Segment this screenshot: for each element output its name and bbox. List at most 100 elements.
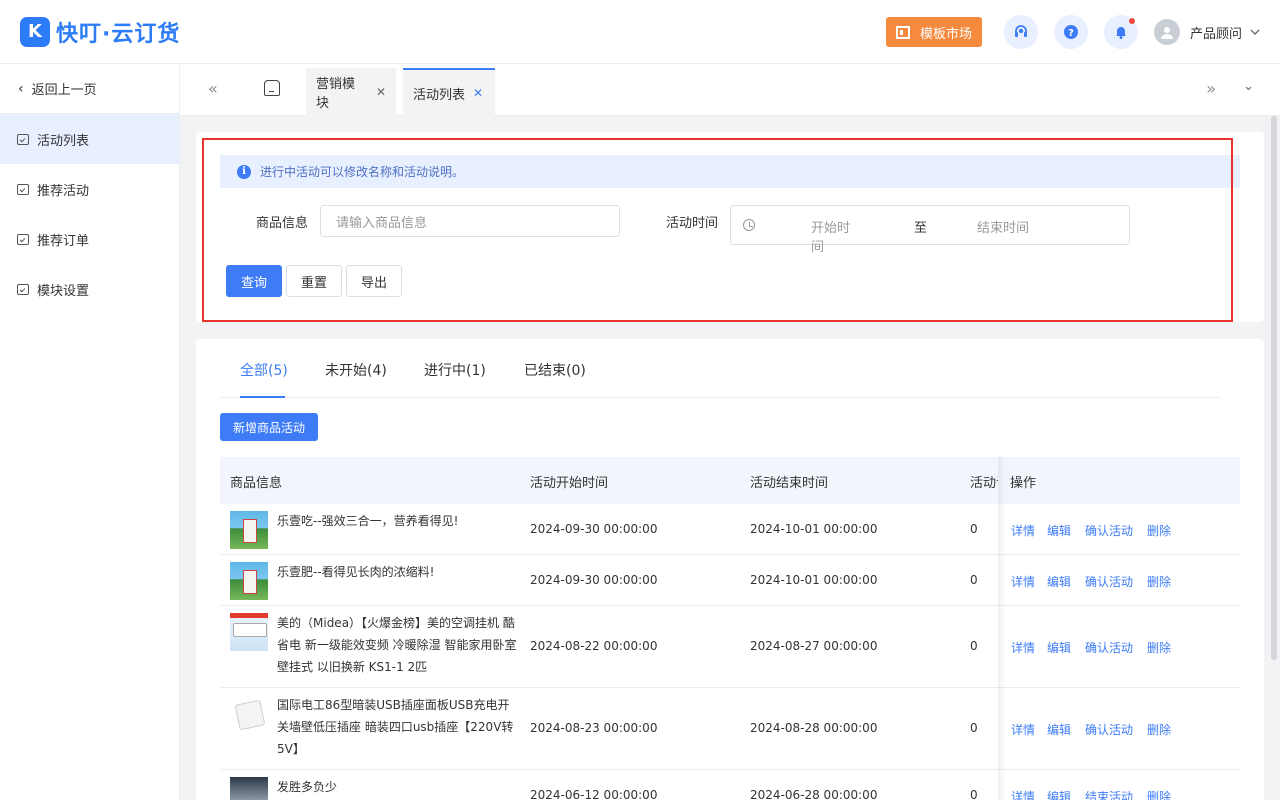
chevron-down-icon[interactable]: ⌄ xyxy=(1243,79,1254,94)
tab-activity-list[interactable]: 活动列表 ✕ xyxy=(403,68,495,116)
logo-mark-icon: K xyxy=(20,16,50,47)
order-count: 0 xyxy=(970,721,978,735)
template-market-button[interactable]: 模板市场 xyxy=(885,17,982,47)
column-header-end-time: 活动结束时间 xyxy=(750,476,829,491)
calendar-check-icon xyxy=(17,283,29,295)
end-time: 2024-08-27 00:00:00 xyxy=(750,639,878,653)
calendar-check-icon xyxy=(17,183,29,195)
unread-dot xyxy=(1128,18,1135,24)
user-icon xyxy=(1160,27,1173,39)
tab-ended[interactable]: 已结束(0) xyxy=(524,360,586,380)
confirm-activity-link[interactable]: 确认活动 xyxy=(1085,573,1133,590)
table-row: 发胜多负少 2024-06-12 00:00:00 2024-06-28 00:… xyxy=(220,770,1240,800)
highlight-frame xyxy=(202,138,1233,322)
user-menu[interactable]: 产品顾问 xyxy=(1153,19,1260,45)
sidebar-item-label: 推荐活动 xyxy=(37,183,90,199)
confirm-activity-link[interactable]: 确认活动 xyxy=(1085,522,1133,539)
column-header-start-time: 活动开始时间 xyxy=(530,476,609,491)
edit-link[interactable]: 编辑 xyxy=(1047,522,1071,539)
tab-not-started[interactable]: 未开始(4) xyxy=(325,360,387,380)
edit-link[interactable]: 编辑 xyxy=(1047,573,1071,590)
detail-link[interactable]: 详情 xyxy=(1011,639,1035,656)
table-row: 国际电工86型暗装USB插座面板USB充电开关墙壁低压插座 暗装四口usb插座【… xyxy=(220,688,1240,770)
product-thumbnail xyxy=(230,613,268,651)
order-count: 0 xyxy=(970,788,978,800)
delete-link[interactable]: 删除 xyxy=(1147,788,1171,800)
delete-link[interactable]: 删除 xyxy=(1147,721,1171,738)
product-thumbnail xyxy=(230,562,268,600)
sidebar: ‹ 返回上一页 活动列表 推荐活动 推荐订单 模块设置 xyxy=(0,64,180,800)
customer-service-button[interactable] xyxy=(1003,15,1038,49)
detail-link[interactable]: 详情 xyxy=(1011,573,1035,590)
notification-button[interactable] xyxy=(1103,15,1138,49)
help-button[interactable]: ? xyxy=(1053,15,1088,49)
calendar-check-icon xyxy=(17,233,29,245)
calendar-check-icon xyxy=(17,133,29,145)
close-icon[interactable]: ✕ xyxy=(376,85,386,99)
delete-link[interactable]: 删除 xyxy=(1147,573,1171,590)
sidebar-item-label: 模块设置 xyxy=(37,283,90,299)
delete-link[interactable]: 删除 xyxy=(1147,522,1171,539)
end-activity-link[interactable]: 结束活动 xyxy=(1085,788,1133,800)
order-count: 0 xyxy=(970,639,978,653)
add-product-activity-button[interactable]: 新增商品活动 xyxy=(220,413,318,441)
avatar xyxy=(1153,19,1180,45)
fixed-column-shadow xyxy=(998,457,1006,800)
app-logo[interactable]: K 快叮·云订货 xyxy=(20,16,180,48)
delete-link[interactable]: 删除 xyxy=(1147,639,1171,656)
start-time: 2024-06-12 00:00:00 xyxy=(530,788,658,800)
order-count: 0 xyxy=(970,573,978,587)
detail-link[interactable]: 详情 xyxy=(1011,721,1035,738)
sidebar-item-label: 推荐订单 xyxy=(37,233,90,249)
confirm-activity-link[interactable]: 确认活动 xyxy=(1085,639,1133,656)
tab-marketing-module[interactable]: 营销模块 ✕ xyxy=(306,68,396,116)
edit-link[interactable]: 编辑 xyxy=(1047,788,1071,800)
detail-link[interactable]: 详情 xyxy=(1011,788,1035,800)
product-name[interactable]: 美的（Midea）【火爆金榜】美的空调挂机 酷省电 新一级能效变频 冷暖除湿 智… xyxy=(277,612,517,678)
sidebar-item-module-settings[interactable]: 模块设置 xyxy=(0,264,179,314)
end-time: 2024-06-28 00:00:00 xyxy=(750,788,878,800)
headset-icon xyxy=(1014,25,1027,37)
table-row: 美的（Midea）【火爆金榜】美的空调挂机 酷省电 新一级能效变频 冷暖除湿 智… xyxy=(220,606,1240,688)
column-header-product: 商品信息 xyxy=(230,476,283,491)
back-label: 返回上一页 xyxy=(31,83,97,98)
chevron-down-icon xyxy=(1250,29,1260,35)
tab-label: 活动列表 xyxy=(413,87,466,103)
tab-all[interactable]: 全部(5) xyxy=(240,360,288,380)
edit-link[interactable]: 编辑 xyxy=(1047,639,1071,656)
tabs-scroll-left-icon[interactable]: « xyxy=(208,79,218,98)
sidebar-item-label: 活动列表 xyxy=(37,133,90,149)
edit-link[interactable]: 编辑 xyxy=(1047,721,1071,738)
tab-in-progress[interactable]: 进行中(1) xyxy=(424,360,486,380)
detail-link[interactable]: 详情 xyxy=(1011,522,1035,539)
close-icon[interactable]: ✕ xyxy=(473,86,483,100)
end-time: 2024-10-01 00:00:00 xyxy=(750,573,878,587)
start-time: 2024-09-30 00:00:00 xyxy=(530,522,658,536)
column-header-activity-orders: 活动订 xyxy=(970,476,998,491)
sidebar-item-activity-list[interactable]: 活动列表 xyxy=(0,114,179,164)
column-header-actions: 操作 xyxy=(1010,476,1037,491)
table-row: 乐壹肥--看得见长肉的浓缩料! 2024-09-30 00:00:00 2024… xyxy=(220,555,1240,606)
product-name[interactable]: 发胜多负少 xyxy=(277,776,517,798)
home-icon[interactable] xyxy=(264,80,280,96)
product-name[interactable]: 国际电工86型暗装USB插座面板USB充电开关墙壁低压插座 暗装四口usb插座【… xyxy=(277,694,517,760)
product-name[interactable]: 乐壹吃--强效三合一，营养看得见! xyxy=(277,510,517,532)
start-time: 2024-08-23 00:00:00 xyxy=(530,721,658,735)
user-name: 产品顾问 xyxy=(1189,26,1242,42)
product-name[interactable]: 乐壹肥--看得见长肉的浓缩料! xyxy=(277,561,517,583)
end-time: 2024-10-01 00:00:00 xyxy=(750,522,878,536)
svg-text:?: ? xyxy=(1068,28,1074,39)
sidebar-item-recommended-activity[interactable]: 推荐活动 xyxy=(0,164,179,214)
product-thumbnail xyxy=(230,777,268,800)
back-button[interactable]: ‹ 返回上一页 xyxy=(0,64,179,114)
page-scrollbar[interactable] xyxy=(1271,116,1277,660)
top-bar: K 快叮·云订货 模板市场 ? 产品顾问 xyxy=(0,0,1280,64)
tabs-scroll-right-icon[interactable]: » xyxy=(1206,79,1216,98)
active-tab-indicator xyxy=(240,396,285,398)
template-icon xyxy=(895,25,910,39)
confirm-activity-link[interactable]: 确认活动 xyxy=(1085,721,1133,738)
sidebar-item-recommended-orders[interactable]: 推荐订单 xyxy=(0,214,179,264)
app-name: 快叮·云订货 xyxy=(56,21,181,47)
tabs-divider xyxy=(220,397,1220,398)
product-thumbnail xyxy=(230,695,268,733)
